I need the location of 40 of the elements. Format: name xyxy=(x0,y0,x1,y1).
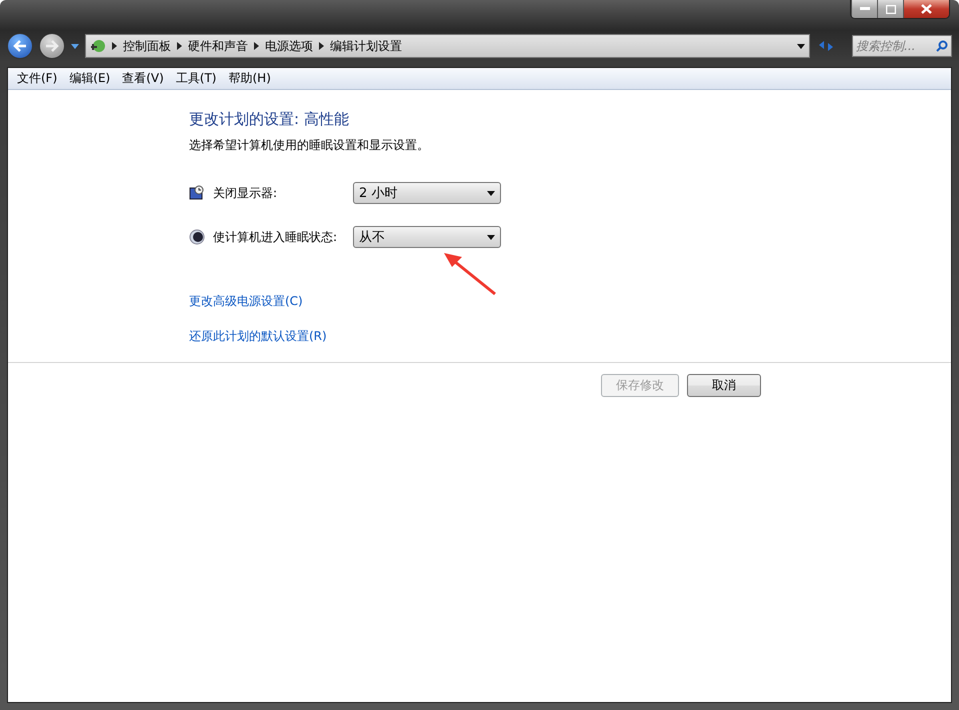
forward-button[interactable] xyxy=(39,33,65,59)
breadcrumb-item[interactable]: 编辑计划设置 xyxy=(330,38,402,54)
dialog-button[interactable]: 取消 xyxy=(687,374,761,397)
menu-item[interactable]: 文件(F) xyxy=(12,70,62,87)
back-arrow-icon xyxy=(13,40,27,52)
dropdown-icon[interactable] xyxy=(797,44,805,48)
close-button[interactable] xyxy=(903,0,949,18)
maximize-button[interactable] xyxy=(877,0,903,18)
chevron-icon[interactable] xyxy=(177,42,182,50)
setting-label: 使计算机进入睡眠状态: xyxy=(213,228,338,246)
chevron-icon[interactable] xyxy=(319,42,324,50)
caret-icon xyxy=(487,234,495,240)
search-field[interactable]: 搜索控制... xyxy=(856,39,936,53)
minimize-icon xyxy=(860,7,870,11)
chevron-icon[interactable] xyxy=(254,42,259,50)
caret-icon xyxy=(487,190,495,196)
settings-link[interactable]: 更改高级电源设置(C) xyxy=(189,293,303,310)
forward-arrow-icon xyxy=(45,40,59,52)
setting-label: 关闭显示器: xyxy=(213,184,278,202)
menu-item[interactable]: 查看(V) xyxy=(117,70,169,87)
breadcrumb-item[interactable]: 硬件和声音 xyxy=(188,38,248,54)
menu-item[interactable]: 工具(T) xyxy=(170,70,222,87)
page-heading: 更改计划的设置: 高性能 xyxy=(189,110,350,129)
address-bar[interactable]: 控制面板 硬件和声音 电源选项 编辑计划设置 xyxy=(85,34,810,58)
search-icon[interactable] xyxy=(936,40,948,52)
breadcrumb-item[interactable]: 控制面板 xyxy=(123,38,171,54)
menu-item[interactable]: 编辑(E) xyxy=(64,70,116,87)
maximize-icon xyxy=(886,4,896,14)
close-icon xyxy=(921,4,932,14)
search-box[interactable]: 搜索控制... xyxy=(852,35,952,57)
monitor-clock-icon xyxy=(189,185,205,201)
dropdown-select[interactable]: 从不 xyxy=(353,226,501,248)
back-button[interactable] xyxy=(7,33,33,59)
settings-link[interactable]: 还原此计划的默认设置(R) xyxy=(189,328,327,345)
minimize-button[interactable] xyxy=(851,0,877,18)
breadcrumb-item[interactable]: 电源选项 xyxy=(265,38,313,54)
dropdown-select[interactable]: 2 小时 xyxy=(353,182,501,204)
menu-item[interactable]: 帮助(H) xyxy=(224,70,276,87)
description-text: 选择希望计算机使用的睡眠设置和显示设置。 xyxy=(189,137,430,154)
chevron-icon[interactable] xyxy=(112,42,117,50)
